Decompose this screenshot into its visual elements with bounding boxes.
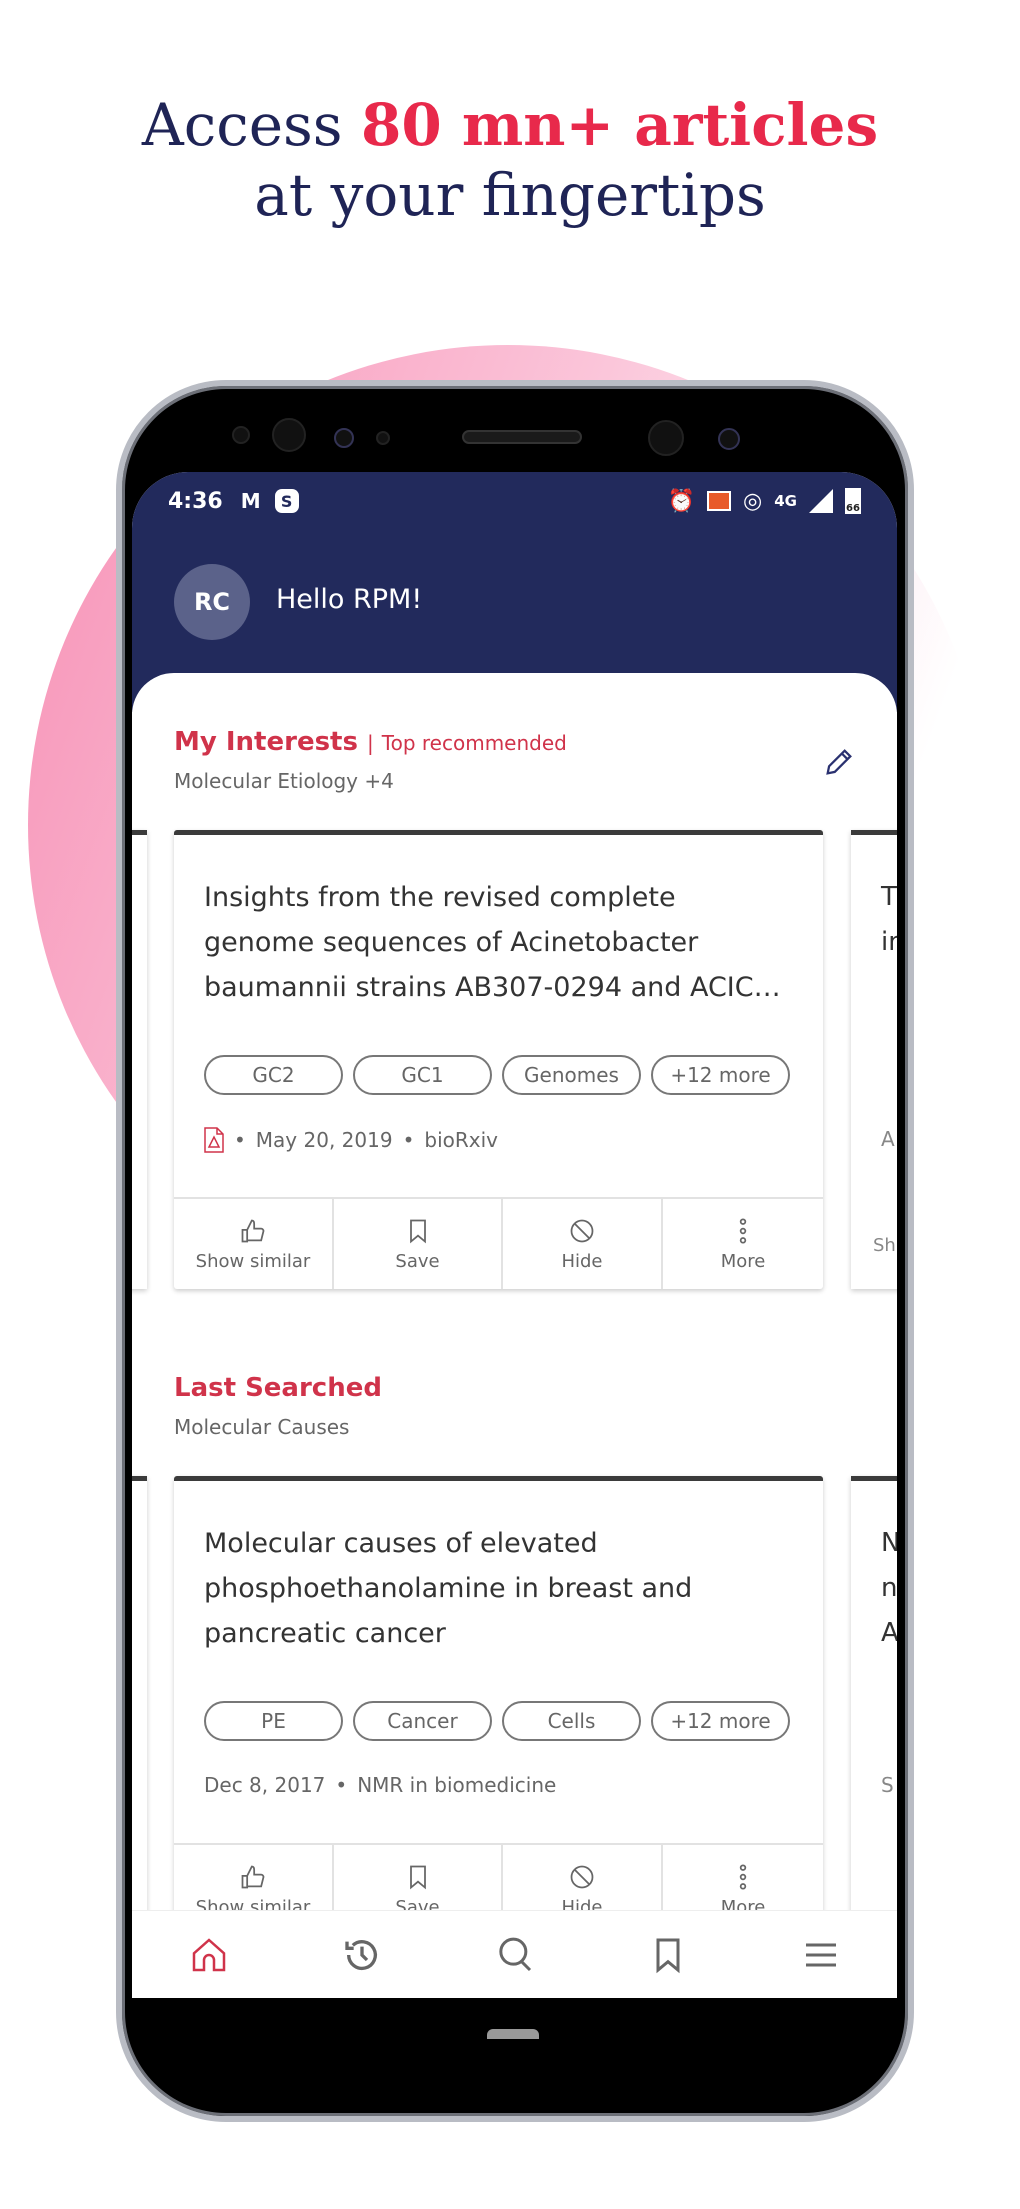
battery-icon: 66 bbox=[845, 488, 861, 514]
thumbs-up-icon bbox=[241, 1219, 265, 1242]
article-card[interactable]: Insights from the revised complete genom… bbox=[174, 830, 823, 1289]
headline-line-1: Access 80 mn+ articles bbox=[0, 90, 1020, 160]
more-keywords-chip[interactable]: +12 more bbox=[651, 1701, 790, 1741]
edit-pencil-icon[interactable] bbox=[822, 745, 856, 779]
more-button[interactable]: More bbox=[663, 1199, 823, 1289]
keyword-chip[interactable]: PE bbox=[204, 1701, 343, 1741]
hide-button[interactable]: Hide bbox=[503, 1199, 663, 1289]
peek-card-left[interactable] bbox=[132, 1476, 147, 1935]
article-title[interactable]: Molecular causes of elevated phosphoetha… bbox=[204, 1521, 793, 1656]
menu-icon[interactable] bbox=[801, 1935, 841, 1975]
last-searched-subtitle: Molecular Causes bbox=[174, 1415, 350, 1439]
more-vertical-icon bbox=[739, 1863, 747, 1890]
article-title[interactable]: Insights from the revised complete genom… bbox=[204, 875, 793, 1010]
hotspot-icon: ◎ bbox=[743, 488, 763, 514]
source: bioRxiv bbox=[424, 1128, 498, 1152]
thumbs-up-icon bbox=[241, 1865, 265, 1888]
signal-icon bbox=[809, 489, 833, 513]
cast-icon bbox=[707, 491, 732, 511]
skype-icon: S bbox=[274, 489, 299, 513]
app-screen: 4:36 M S ⏰ ◎ 4G 66 RC Hello RPM! My Inte… bbox=[132, 472, 897, 1998]
publish-date: May 20, 2019 bbox=[255, 1128, 393, 1152]
keyword-chip[interactable]: Cells bbox=[502, 1701, 641, 1741]
peek-card-right[interactable]: Tin A Sh bbox=[851, 830, 897, 1289]
keyword-chip[interactable]: Cancer bbox=[353, 1701, 492, 1741]
article-card[interactable]: Molecular causes of elevated phosphoetha… bbox=[174, 1476, 823, 1935]
keyword-chip[interactable]: GC1 bbox=[353, 1055, 492, 1095]
alarm-icon: ⏰ bbox=[667, 488, 696, 514]
peek-card-right[interactable]: NnA S bbox=[851, 1476, 897, 1935]
home-icon[interactable] bbox=[189, 1935, 229, 1975]
more-keywords-chip[interactable]: +12 more bbox=[651, 1055, 790, 1095]
status-bar: 4:36 M S ⏰ ◎ 4G 66 bbox=[168, 486, 861, 516]
network-type: 4G bbox=[774, 492, 797, 510]
status-time: 4:36 bbox=[168, 488, 223, 514]
more-vertical-icon bbox=[739, 1217, 747, 1244]
publish-date: Dec 8, 2017 bbox=[204, 1773, 326, 1797]
bottom-nav bbox=[132, 1910, 897, 1998]
search-icon[interactable] bbox=[495, 1935, 535, 1975]
gmail-icon: M bbox=[240, 489, 261, 513]
keyword-chip[interactable]: GC2 bbox=[204, 1055, 343, 1095]
section-title: My Interests bbox=[174, 727, 358, 757]
headline-line-2: at your fingertips bbox=[254, 161, 766, 229]
last-searched-heading: Last Searched bbox=[174, 1373, 382, 1403]
peek-card-left[interactable] bbox=[132, 830, 147, 1289]
bookmark-icon bbox=[409, 1219, 426, 1243]
block-icon bbox=[570, 1219, 594, 1242]
headline-text: Access bbox=[141, 91, 362, 159]
block-icon bbox=[570, 1865, 594, 1888]
my-interests-heading: My Interests | Top recommended bbox=[174, 727, 567, 757]
top-recommended-label: Top recommended bbox=[381, 731, 567, 755]
separator: | bbox=[367, 731, 374, 755]
content-panel: My Interests | Top recommended Molecular … bbox=[132, 673, 897, 1998]
source: NMR in biomedicine bbox=[357, 1773, 557, 1797]
bookmark-icon bbox=[409, 1865, 426, 1889]
history-icon[interactable] bbox=[342, 1935, 382, 1975]
show-similar-button[interactable]: Show similar bbox=[174, 1199, 334, 1289]
headline-highlight: 80 mn+ articles bbox=[361, 91, 879, 159]
avatar[interactable]: RC bbox=[174, 564, 250, 640]
save-button[interactable]: Save bbox=[334, 1199, 503, 1289]
pdf-icon[interactable] bbox=[204, 1127, 224, 1153]
interests-subtitle: Molecular Etiology +4 bbox=[174, 769, 394, 793]
bookmarks-icon[interactable] bbox=[648, 1935, 688, 1975]
greeting: Hello RPM! bbox=[276, 584, 423, 615]
keyword-chip[interactable]: Genomes bbox=[502, 1055, 641, 1095]
